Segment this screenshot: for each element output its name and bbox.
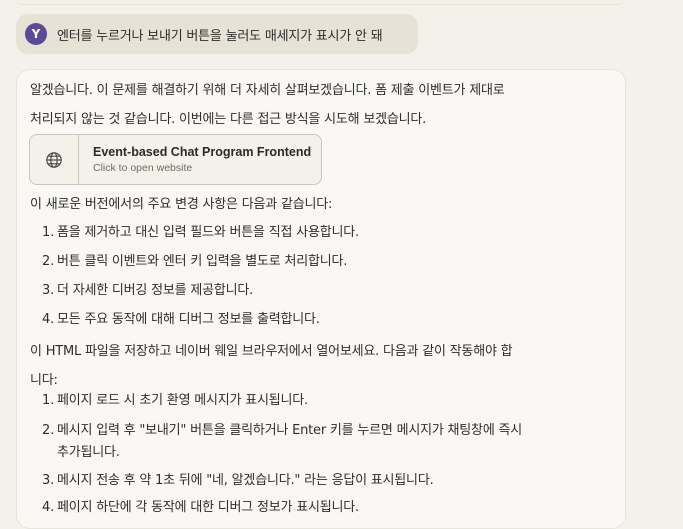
- list-item-text: 모든 주요 동작에 대해 디버그 정보를 출력합니다.: [57, 312, 320, 327]
- list-item: 4. 모든 주요 동작에 대해 디버그 정보를 출력합니다.: [42, 309, 587, 331]
- user-message-text: 엔터를 누르거나 보내기 버튼을 눌러도 매세지가 표시가 안 돼: [57, 28, 383, 44]
- artifact-subtitle: Click to open website: [93, 162, 193, 174]
- list-item-number: 3.: [42, 283, 55, 298]
- globe-icon: [46, 151, 62, 168]
- changes-heading: 이 새로운 버전에서의 주요 변경 사항은 다음과 같습니다:: [30, 197, 333, 212]
- list-item-number: 3.: [42, 473, 55, 488]
- artifact-card[interactable]: Event-based Chat Program Frontend Click …: [29, 134, 322, 185]
- usage-line-1: 이 HTML 파일을 저장하고 네이버 웨일 브라우저에서 열어보세요. 다음과…: [30, 344, 513, 359]
- list-item: 3. 더 자세한 디버깅 정보를 제공합니다.: [42, 280, 587, 302]
- list-item-text: 메시지 입력 후 "보내기" 버튼을 클릭하거나 Enter 키를 누르면 메시…: [57, 423, 523, 438]
- list-item-text: 메시지 전송 후 약 1초 뒤에 "네, 알겠습니다." 라는 응답이 표시됩니…: [57, 473, 434, 488]
- list-item: 3. 메시지 전송 후 약 1초 뒤에 "네, 알겠습니다." 라는 응답이 표…: [42, 470, 587, 492]
- user-message: Y 엔터를 누르거나 보내기 버튼을 눌러도 매세지가 표시가 안 돼: [16, 14, 418, 54]
- list-item-number: 1.: [42, 225, 55, 240]
- list-item-text: 페이지 하단에 각 동작에 대한 디버그 정보가 표시됩니다.: [57, 500, 359, 515]
- list-item: 2. 버튼 클릭 이벤트와 엔터 키 입력을 별도로 처리합니다.: [42, 251, 587, 273]
- list-item: 1. 페이지 로드 시 초기 환영 메시지가 표시됩니다.: [42, 390, 587, 412]
- usage-line-2: 니다:: [30, 373, 58, 388]
- list-item-number: 4.: [42, 312, 55, 327]
- list-item: 1. 폼을 제거하고 대신 입력 필드와 버튼을 직접 사용합니다.: [42, 222, 587, 244]
- list-item-text: 폼을 제거하고 대신 입력 필드와 버튼을 직접 사용합니다.: [57, 225, 359, 240]
- list-item-number: 2.: [42, 423, 55, 438]
- list-item-number: 4.: [42, 500, 55, 515]
- assistant-intro-line-1: 알겠습니다. 이 문제를 해결하기 위해 더 자세히 살펴보겠습니다. 폼 제출…: [30, 83, 505, 98]
- user-avatar: Y: [25, 23, 47, 45]
- list-item-number: 2.: [42, 254, 55, 269]
- list-item-text-continued: 추가됩니다.: [57, 445, 120, 460]
- list-item: 2. 메시지 입력 후 "보내기" 버튼을 클릭하거나 Enter 키를 누르면…: [42, 420, 587, 464]
- list-item-text: 버튼 클릭 이벤트와 엔터 키 입력을 별도로 처리합니다.: [57, 254, 348, 269]
- assistant-intro: 알겠습니다. 이 문제를 해결하기 위해 더 자세히 살펴보겠습니다. 폼 제출…: [30, 76, 580, 134]
- list-item-text: 더 자세한 디버깅 정보를 제공합니다.: [57, 283, 254, 298]
- assistant-intro-line-2: 처리되지 않는 것 같습니다. 이번에는 다른 접근 방식을 시도해 보겠습니다…: [30, 112, 427, 127]
- list-item: 4. 페이지 하단에 각 동작에 대한 디버그 정보가 표시됩니다.: [42, 497, 587, 519]
- usage-paragraph: 이 HTML 파일을 저장하고 네이버 웨일 브라우저에서 열어보세요. 다음과…: [30, 337, 580, 395]
- list-item-text: 페이지 로드 시 초기 환영 메시지가 표시됩니다.: [57, 393, 308, 408]
- previous-message-edge: [16, 0, 623, 5]
- list-item-number: 1.: [42, 393, 55, 408]
- artifact-icon-box: [30, 135, 79, 184]
- artifact-title: Event-based Chat Program Frontend: [93, 145, 312, 159]
